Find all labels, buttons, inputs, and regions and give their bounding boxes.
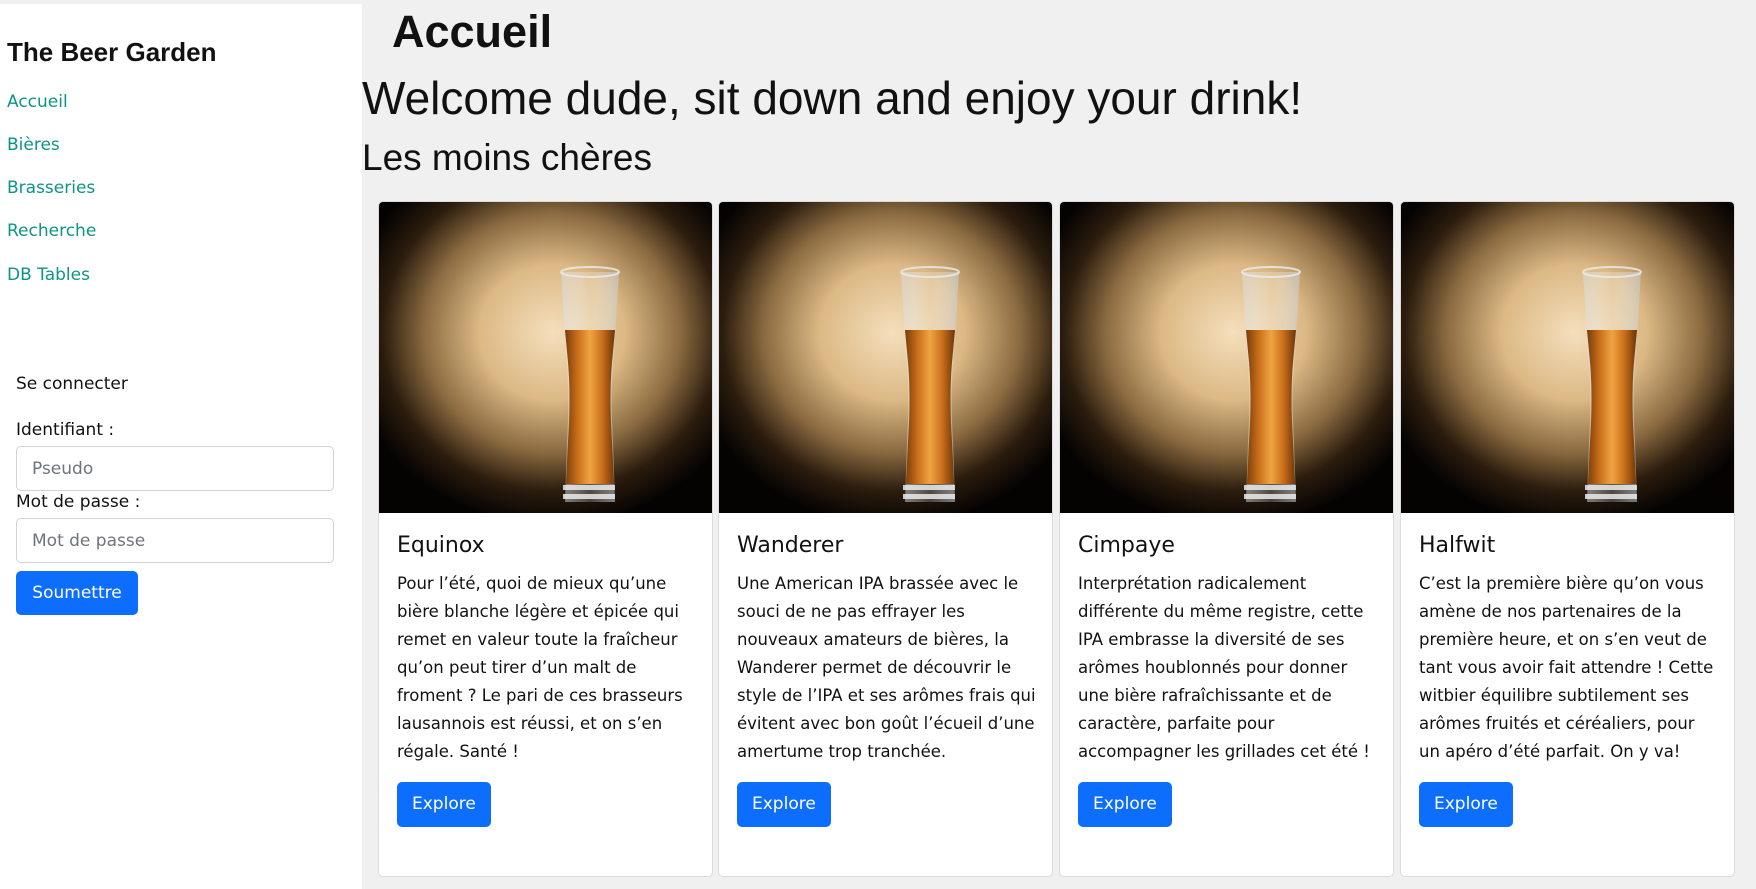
card-body: Cimpaye Interprétation radicalement diff…: [1078, 531, 1378, 827]
beer-glass-image: [719, 202, 1052, 513]
card-description: Une American IPA brassée avec le souci d…: [737, 574, 1036, 761]
login-form: Se connecter Identifiant : Mot de passe …: [16, 372, 334, 615]
beer-glass-image: [1060, 202, 1393, 513]
beer-glass-image: [1401, 202, 1734, 513]
card-title: Equinox: [397, 533, 485, 558]
welcome-heading: Welcome dude, sit down and enjoy your dr…: [362, 72, 1303, 124]
card-description: C’est la première bière qu’on vous amène…: [1419, 574, 1714, 761]
card-body: Equinox Pour l’été, quoi de mieux qu’une…: [397, 531, 697, 827]
card-title: Cimpaye: [1078, 533, 1175, 558]
beer-card-halfwit: Halfwit C’est la première bière qu’on vo…: [1400, 201, 1735, 877]
page-title: Accueil: [392, 6, 553, 57]
nav-link-bieres[interactable]: Bières: [7, 133, 60, 157]
login-title: Se connecter: [16, 374, 128, 394]
card-body: Wanderer Une American IPA brassée avec l…: [737, 531, 1037, 827]
nav-link-recherche[interactable]: Recherche: [7, 219, 96, 243]
app: The Beer Garden Accueil Bières Brasserie…: [0, 0, 1756, 889]
explore-button[interactable]: Explore: [737, 782, 831, 827]
beer-card-equinox: Equinox Pour l’été, quoi de mieux qu’une…: [378, 201, 713, 877]
username-label: Identifiant :: [16, 420, 115, 440]
card-grid: Equinox Pour l’été, quoi de mieux qu’une…: [378, 201, 1752, 877]
nav-link-brasseries[interactable]: Brasseries: [7, 176, 95, 200]
explore-button[interactable]: Explore: [397, 782, 491, 827]
explore-button[interactable]: Explore: [1078, 782, 1172, 827]
card-description: Pour l’été, quoi de mieux qu’une bière b…: [397, 574, 683, 761]
password-label: Mot de passe :: [16, 492, 141, 512]
explore-button[interactable]: Explore: [1419, 782, 1513, 827]
beer-card-cimpaye: Cimpaye Interprétation radicalement diff…: [1059, 201, 1394, 877]
sidebar: The Beer Garden Accueil Bières Brasserie…: [0, 4, 362, 889]
nav-link-accueil[interactable]: Accueil: [7, 90, 68, 114]
submit-button[interactable]: Soumettre: [16, 571, 138, 615]
beer-card-wanderer: Wanderer Une American IPA brassée avec l…: [718, 201, 1053, 877]
password-input[interactable]: [16, 518, 334, 563]
card-description: Interprétation radicalement différente d…: [1078, 574, 1370, 761]
username-input[interactable]: [16, 446, 334, 491]
nav-link-db-tables[interactable]: DB Tables: [7, 263, 90, 287]
card-title: Wanderer: [737, 533, 844, 558]
section-title: Les moins chères: [362, 137, 652, 178]
main-content: Accueil Welcome dude, sit down and enjoy…: [362, 0, 1756, 889]
beer-glass-image: [379, 202, 712, 513]
card-title: Halfwit: [1419, 533, 1496, 558]
brand-title: The Beer Garden: [7, 37, 217, 67]
card-body: Halfwit C’est la première bière qu’on vo…: [1419, 531, 1719, 827]
